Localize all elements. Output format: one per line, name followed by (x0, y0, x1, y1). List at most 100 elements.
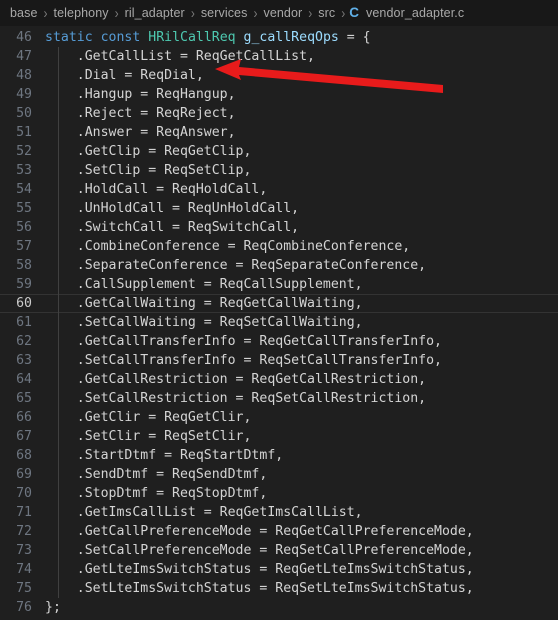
code-line-75[interactable]: 75 .SetLteImsSwitchStatus = ReqSetLteIms… (0, 579, 558, 598)
line-number: 57 (16, 239, 32, 254)
code-line-60[interactable]: 60 .GetCallWaiting = ReqGetCallWaiting, (0, 294, 558, 313)
code-text: .SetCallRestriction = ReqSetCallRestrict… (45, 389, 558, 408)
token: = { (338, 30, 371, 45)
code-text: .UnHoldCall = ReqUnHoldCall, (45, 199, 558, 218)
code-text: .GetImsCallList = ReqGetImsCallList, (45, 503, 558, 522)
token: static (45, 30, 93, 45)
code-text: .GetClip = ReqGetClip, (45, 142, 558, 161)
breadcrumb-item-src[interactable]: src (316, 5, 337, 21)
line-number: 47 (16, 49, 32, 64)
breadcrumb-separator-icon: › (253, 4, 258, 22)
code-line-47[interactable]: 47 .GetCallList = ReqGetCallList, (0, 47, 558, 66)
code-line-73[interactable]: 73 .SetCallPreferenceMode = ReqSetCallPr… (0, 541, 558, 560)
code-editor[interactable]: 46 static const HRilCallReq g_callReqOps … (0, 27, 558, 620)
code-text: .SetLteImsSwitchStatus = ReqSetLteImsSwi… (45, 579, 558, 598)
line-number: 61 (16, 315, 32, 330)
token: .SetLteImsSwitchStatus = ReqSetLteImsSwi… (76, 581, 474, 596)
line-number: 62 (16, 334, 32, 349)
code-line-55[interactable]: 55 .UnHoldCall = ReqUnHoldCall, (0, 199, 558, 218)
code-line-66[interactable]: 66 .GetClir = ReqGetClir, (0, 408, 558, 427)
code-text: .SetCallPreferenceMode = ReqSetCallPrefe… (45, 541, 558, 560)
breadcrumb[interactable]: base › telephony › ril_adapter › services › vend… (0, 0, 558, 27)
token: .GetImsCallList = ReqGetImsCallList, (76, 505, 363, 520)
line-number: 51 (16, 125, 32, 140)
line-number: 58 (16, 258, 32, 273)
code-lines-container: 46 static const HRilCallReq g_callReqOps … (0, 27, 558, 617)
token: .Hangup = ReqHangup, (76, 87, 236, 102)
line-number: 59 (16, 277, 32, 292)
breadcrumb-separator-icon: › (114, 4, 119, 22)
code-text: .Hangup = ReqHangup, (45, 85, 558, 104)
line-number: 54 (16, 182, 32, 197)
code-text: .CallSupplement = ReqCallSupplement, (45, 275, 558, 294)
token: .SetCallTransferInfo = ReqSetCallTransfe… (76, 353, 442, 368)
breadcrumb-item-vendor[interactable]: vendor (261, 5, 304, 21)
token: .SeparateConference = ReqSeparateConfere… (76, 258, 427, 273)
token: .GetClir = ReqGetClir, (76, 410, 252, 425)
code-line-69[interactable]: 69 .SendDtmf = ReqSendDtmf, (0, 465, 558, 484)
code-line-64[interactable]: 64 .GetCallRestriction = ReqGetCallRestr… (0, 370, 558, 389)
code-line-76[interactable]: 76}; (0, 598, 558, 617)
line-number: 75 (16, 581, 32, 596)
code-line-53[interactable]: 53 .SetClip = ReqSetClip, (0, 161, 558, 180)
line-number: 76 (16, 600, 32, 615)
code-line-46[interactable]: 46 static const HRilCallReq g_callReqOps … (0, 28, 558, 47)
code-line-63[interactable]: 63 .SetCallTransferInfo = ReqSetCallTran… (0, 351, 558, 370)
token: .SetClir = ReqSetClir, (76, 429, 252, 444)
code-line-72[interactable]: 72 .GetCallPreferenceMode = ReqGetCallPr… (0, 522, 558, 541)
token: .StopDtmf = ReqStopDtmf, (76, 486, 268, 501)
code-text: .Dial = ReqDial, (45, 66, 558, 85)
token: .Reject = ReqReject, (76, 106, 236, 121)
code-text: .SetClir = ReqSetClir, (45, 427, 558, 446)
code-text: .GetCallWaiting = ReqGetCallWaiting, (45, 294, 558, 313)
code-text: .GetCallRestriction = ReqGetCallRestrict… (45, 370, 558, 389)
code-line-59[interactable]: 59 .CallSupplement = ReqCallSupplement, (0, 275, 558, 294)
token: .GetLteImsSwitchStatus = ReqGetLteImsSwi… (76, 562, 474, 577)
code-line-50[interactable]: 50 .Reject = ReqReject, (0, 104, 558, 123)
line-number: 65 (16, 391, 32, 406)
breadcrumb-item-services[interactable]: services (199, 5, 250, 21)
code-line-62[interactable]: 62 .GetCallTransferInfo = ReqGetCallTran… (0, 332, 558, 351)
breadcrumb-item-base[interactable]: base (8, 5, 40, 21)
token: .GetCallPreferenceMode = ReqGetCallPrefe… (76, 524, 474, 539)
code-text: .CombineConference = ReqCombineConferenc… (45, 237, 558, 256)
indent-guide (58, 47, 59, 598)
code-line-49[interactable]: 49 .Hangup = ReqHangup, (0, 85, 558, 104)
token: .SetClip = ReqSetClip, (76, 163, 252, 178)
code-line-61[interactable]: 61 .SetCallWaiting = ReqSetCallWaiting, (0, 313, 558, 332)
breadcrumb-separator-icon: › (43, 4, 48, 22)
breadcrumb-item-telephony[interactable]: telephony (52, 5, 111, 21)
code-line-68[interactable]: 68 .StartDtmf = ReqStartDtmf, (0, 446, 558, 465)
code-text: .SwitchCall = ReqSwitchCall, (45, 218, 558, 237)
code-line-56[interactable]: 56 .SwitchCall = ReqSwitchCall, (0, 218, 558, 237)
breadcrumb-item-ril_adapter[interactable]: ril_adapter (123, 5, 187, 21)
code-line-51[interactable]: 51 .Answer = ReqAnswer, (0, 123, 558, 142)
line-number: 64 (16, 372, 32, 387)
breadcrumb-item-file[interactable]: Cvendor_adapter.c (349, 5, 466, 21)
code-line-70[interactable]: 70 .StopDtmf = ReqStopDtmf, (0, 484, 558, 503)
code-text: .Reject = ReqReject, (45, 104, 558, 123)
code-line-58[interactable]: 58 .SeparateConference = ReqSeparateConf… (0, 256, 558, 275)
code-line-74[interactable]: 74 .GetLteImsSwitchStatus = ReqGetLteIms… (0, 560, 558, 579)
line-number: 73 (16, 543, 32, 558)
code-line-48[interactable]: 48 .Dial = ReqDial, (0, 66, 558, 85)
code-line-67[interactable]: 67 .SetClir = ReqSetClir, (0, 427, 558, 446)
code-line-52[interactable]: 52 .GetClip = ReqGetClip, (0, 142, 558, 161)
line-number: 72 (16, 524, 32, 539)
line-number: 69 (16, 467, 32, 482)
breadcrumb-separator-icon: › (341, 4, 346, 22)
token: .CallSupplement = ReqCallSupplement, (76, 277, 363, 292)
token: .StartDtmf = ReqStartDtmf, (76, 448, 284, 463)
token: .GetCallWaiting = ReqGetCallWaiting, (76, 296, 363, 311)
code-line-57[interactable]: 57 .CombineConference = ReqCombineConfer… (0, 237, 558, 256)
code-line-71[interactable]: 71 .GetImsCallList = ReqGetImsCallList, (0, 503, 558, 522)
token: .GetCallList = ReqGetCallList, (76, 49, 315, 64)
token: HRilCallReq (148, 30, 236, 45)
token: .Answer = ReqAnswer, (76, 125, 236, 140)
line-number: 50 (16, 106, 32, 121)
token: .SetCallRestriction = ReqSetCallRestrict… (76, 391, 427, 406)
code-line-65[interactable]: 65 .SetCallRestriction = ReqSetCallRestr… (0, 389, 558, 408)
code-line-54[interactable]: 54 .HoldCall = ReqHoldCall, (0, 180, 558, 199)
token: .Dial = ReqDial, (76, 68, 204, 83)
